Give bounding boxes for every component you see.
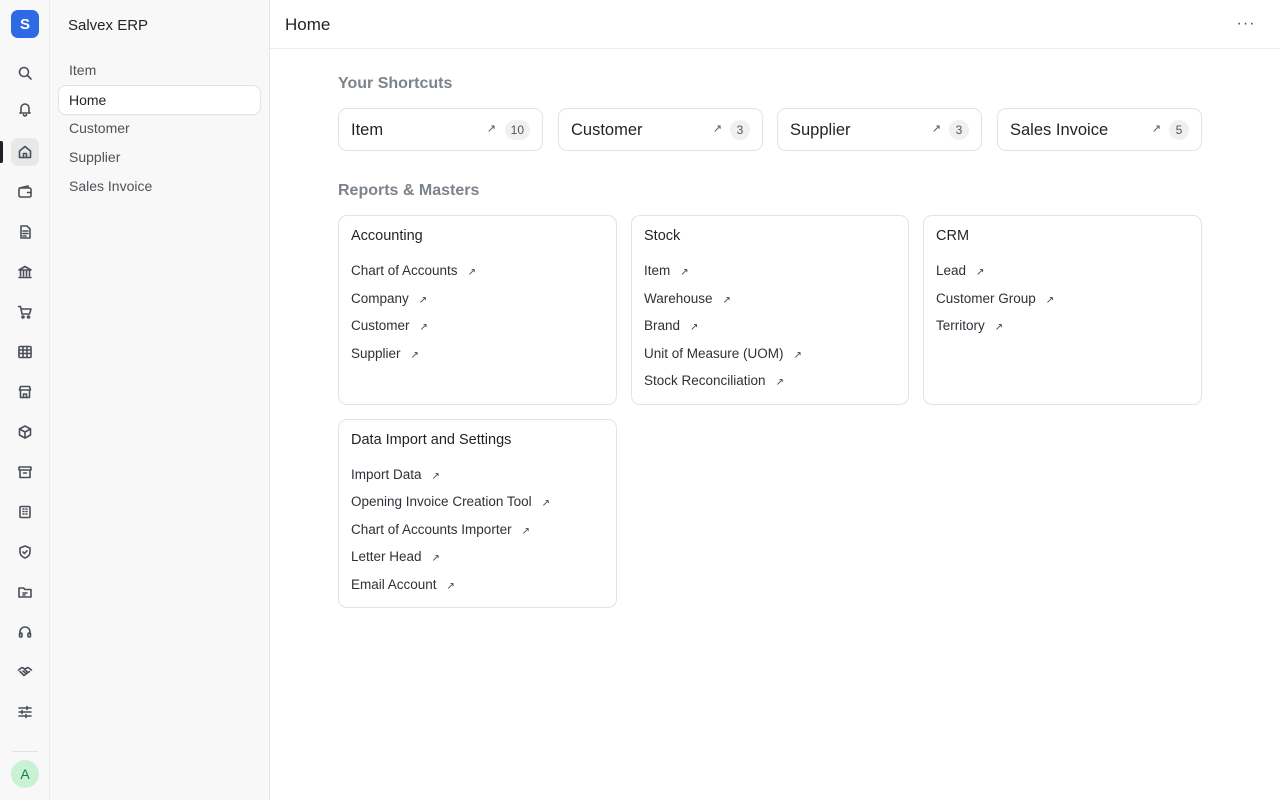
headset-icon[interactable] <box>11 618 39 646</box>
arrow-up-right-icon: ↗ <box>680 267 689 278</box>
shortcut-sales-invoice[interactable]: Sales Invoice ↗ 5 <box>997 108 1202 151</box>
handshake-icon[interactable] <box>11 658 39 686</box>
link-company[interactable]: Company ↗ <box>351 291 427 306</box>
card-title: Accounting <box>351 228 423 244</box>
shortcut-customer[interactable]: Customer ↗ 3 <box>558 108 763 151</box>
cart-icon[interactable] <box>11 298 39 326</box>
arrow-up-right-icon: ↗ <box>994 322 1004 333</box>
link-brand[interactable]: Brand ↗ <box>644 318 698 333</box>
card-accounting: Accounting Chart of Accounts ↗ Company ↗ C… <box>338 215 617 405</box>
arrow-up-right-icon: ↗ <box>1151 123 1161 135</box>
arrow-up-right-icon: ↗ <box>431 553 440 564</box>
arrow-up-right-icon: ↗ <box>419 322 428 333</box>
link-item[interactable]: Item ↗ <box>644 263 689 278</box>
arrow-up-right-icon: ↗ <box>410 350 419 361</box>
link-stock-reconciliation[interactable]: Stock Reconciliation ↗ <box>644 373 784 388</box>
arrow-up-right-icon: ↗ <box>1045 295 1055 306</box>
sidebar-item-customer[interactable]: Customer <box>59 114 260 142</box>
icon-rail: S A <box>0 0 50 800</box>
link-supplier[interactable]: Supplier ↗ <box>351 346 419 361</box>
card-crm: CRM Lead ↗ Customer Group ↗ Territory ↗ <box>923 215 1202 405</box>
shortcut-count-badge: 5 <box>1169 120 1189 140</box>
link-email-account[interactable]: Email Account ↗ <box>351 577 455 592</box>
search-icon[interactable] <box>11 59 39 87</box>
arrow-up-right-icon: ↗ <box>431 471 440 482</box>
home-icon[interactable] <box>11 138 39 166</box>
sidebar-item-sales-invoice[interactable]: Sales Invoice <box>59 172 260 200</box>
arrow-up-right-icon: ↗ <box>793 350 802 361</box>
rail-divider <box>12 751 38 752</box>
file-text-icon[interactable] <box>11 218 39 246</box>
arrow-up-right-icon: ↗ <box>446 581 455 592</box>
table-icon[interactable] <box>11 338 39 366</box>
shortcut-item[interactable]: Item ↗ 10 <box>338 108 543 151</box>
link-unit-of-measure[interactable]: Unit of Measure (UOM) ↗ <box>644 346 802 361</box>
reports-heading: Reports & Masters <box>338 182 480 199</box>
link-warehouse[interactable]: Warehouse ↗ <box>644 291 731 306</box>
more-options-button[interactable]: ··· <box>1236 14 1256 34</box>
arrow-up-right-icon: ↗ <box>775 377 784 388</box>
top-bar: Home ··· <box>270 0 1280 49</box>
store-icon[interactable] <box>11 378 39 406</box>
card-stock: Stock Item ↗ Warehouse ↗ Brand ↗ Unit of Me… <box>631 215 909 405</box>
arrow-up-right-icon: ↗ <box>541 498 551 509</box>
link-territory[interactable]: Territory ↗ <box>936 318 1003 333</box>
sidebar-item-item[interactable]: Item <box>59 56 260 84</box>
link-opening-invoice-creation-tool[interactable]: Opening Invoice Creation Tool ↗ <box>351 494 550 509</box>
bell-icon[interactable] <box>11 95 39 123</box>
app-logo[interactable]: S <box>11 10 39 38</box>
arrow-up-right-icon: ↗ <box>690 322 699 333</box>
active-rail-marker <box>0 141 3 163</box>
folder-icon[interactable] <box>11 578 39 606</box>
shortcut-count-badge: 3 <box>949 120 969 140</box>
shortcut-label: Item <box>351 121 384 139</box>
link-import-data[interactable]: Import Data ↗ <box>351 467 440 482</box>
sidebar: Salvex ERP Item Home Customer Supplier S… <box>50 0 270 800</box>
bank-icon[interactable] <box>11 258 39 286</box>
sidebar-item-supplier[interactable]: Supplier <box>59 143 260 171</box>
arrow-up-right-icon: ↗ <box>521 526 530 537</box>
avatar[interactable]: A <box>11 760 39 788</box>
link-customer-group[interactable]: Customer Group ↗ <box>936 291 1054 306</box>
arrow-up-right-icon: ↗ <box>976 267 985 278</box>
arrow-up-right-icon: ↗ <box>467 267 476 278</box>
card-title: CRM <box>936 228 970 244</box>
link-lead[interactable]: Lead ↗ <box>936 263 984 278</box>
link-chart-of-accounts[interactable]: Chart of Accounts ↗ <box>351 263 476 278</box>
card-title: Stock <box>644 228 681 244</box>
shortcut-label: Customer <box>571 121 643 139</box>
arrow-up-right-icon: ↗ <box>722 295 731 306</box>
page-title: Home <box>285 15 331 34</box>
link-letter-head[interactable]: Letter Head ↗ <box>351 549 440 564</box>
shortcut-count-badge: 10 <box>504 120 530 140</box>
shortcut-label: Supplier <box>790 121 851 139</box>
arrow-up-right-icon: ↗ <box>712 123 722 135</box>
shortcut-label: Sales Invoice <box>1010 121 1109 139</box>
link-customer[interactable]: Customer ↗ <box>351 318 428 333</box>
arrow-up-right-icon: ↗ <box>931 123 941 135</box>
card-data-import-settings: Data Import and Settings Import Data ↗ Op… <box>338 419 617 608</box>
archive-icon[interactable] <box>11 458 39 486</box>
arrow-up-right-icon: ↗ <box>486 123 496 135</box>
sidebar-item-home[interactable]: Home <box>59 86 260 114</box>
package-icon[interactable] <box>11 418 39 446</box>
link-chart-of-accounts-importer[interactable]: Chart of Accounts Importer ↗ <box>351 522 530 537</box>
shortcut-supplier[interactable]: Supplier ↗ 3 <box>777 108 982 151</box>
shield-check-icon[interactable] <box>11 538 39 566</box>
wallet-icon[interactable] <box>11 178 39 206</box>
arrow-up-right-icon: ↗ <box>418 295 428 306</box>
shortcut-count-badge: 3 <box>730 120 750 140</box>
building-icon[interactable] <box>11 498 39 526</box>
sliders-icon[interactable] <box>11 698 39 726</box>
shortcuts-heading: Your Shortcuts <box>338 75 453 92</box>
card-title: Data Import and Settings <box>351 432 512 448</box>
app-name: Salvex ERP <box>68 17 149 34</box>
